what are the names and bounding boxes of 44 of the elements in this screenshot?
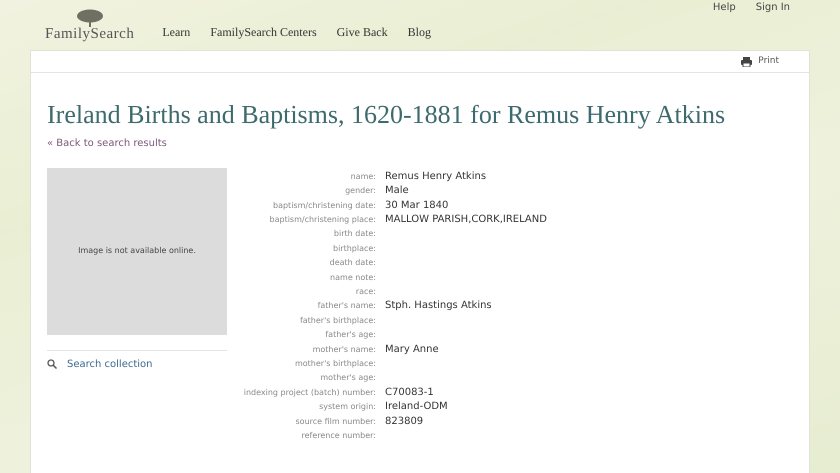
field-label: baptism/christening place: [268,214,376,226]
logo[interactable]: FamilySearch [45,8,134,42]
search-collection-link[interactable]: Search collection [47,356,227,372]
field-value: MALLOW PARISH,CORK,IRELAND [384,212,547,227]
field-label: gender: [344,185,376,198]
field-value: Ireland-ODM [384,400,448,414]
field-label: source film number: [294,416,376,428]
field-label: birthplace: [332,242,376,255]
top-link[interactable]: Help [712,0,736,14]
field-label: mother's name: [312,344,376,356]
field-label: system origin: [318,401,376,414]
search-icon [47,359,57,370]
back-link[interactable]: « Back to search results [47,136,167,152]
field-label: baptism/christening date: [272,200,376,212]
field-value: 30 Mar 1840 [384,198,448,212]
field-value: Remus Henry Atkins [384,170,486,184]
field-value: C70083-1 [384,386,434,400]
image-unavailable-text: Image is not available online. [78,245,196,258]
field-value: Male [384,184,409,198]
field-label: mother's age: [319,372,376,384]
field-label: death date: [328,257,376,270]
field-label: name note: [329,272,376,284]
field-label: reference number: [300,430,376,442]
field-label: name: [350,170,376,183]
field-label: indexing project (batch) number: [242,386,376,399]
page-title: Ireland Births and Baptisms, 1620-1881 for Remus Henry Atkins [47,99,726,130]
print-link[interactable]: Print [741,54,779,68]
field-label: mother's birthplace: [294,358,376,370]
nav-link[interactable]: Blog [408,23,431,41]
field-label: father's name: [316,300,376,312]
tree-icon [74,8,105,26]
printer-icon [741,56,752,66]
nav-link[interactable]: Learn [162,23,190,41]
field-label: father's birthplace: [298,314,376,327]
field-value: Stph. Hastings Atkins [384,299,492,314]
field-value: Mary Anne [384,342,439,357]
field-label: race: [354,286,376,298]
logo-text: FamilySearch [45,26,134,42]
top-link[interactable]: Sign In [756,0,790,14]
field-label: father's age: [324,329,376,342]
nav-link[interactable]: Give Back [336,23,388,41]
field-label: birth date: [332,228,376,240]
nav-link[interactable]: FamilySearch Centers [210,23,317,41]
field-value: 823809 [384,414,424,429]
